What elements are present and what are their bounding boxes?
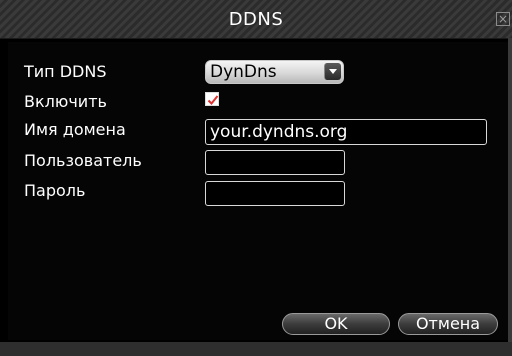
ok-button[interactable]: OK: [282, 313, 390, 335]
enable-checkbox[interactable]: [205, 92, 219, 106]
ddns-type-label: Тип DDNS: [24, 62, 107, 81]
checkmark-icon: [207, 95, 219, 105]
chevron-down-icon[interactable]: [324, 63, 341, 80]
cancel-button-label: Отмена: [415, 314, 481, 333]
title-bar[interactable]: DDNS ×: [0, 0, 512, 39]
domain-label: Имя домена: [24, 120, 126, 139]
ddns-type-select[interactable]: DynDns: [205, 60, 344, 84]
password-input[interactable]: [205, 181, 345, 206]
password-label: Пароль: [24, 181, 86, 200]
user-input[interactable]: [205, 150, 345, 175]
ddns-dialog: DDNS × Тип DDNS Включить Имя домена Поль…: [0, 0, 512, 356]
ok-button-label: OK: [324, 314, 348, 333]
user-label: Пользователь: [24, 151, 142, 170]
status-strip: [0, 342, 512, 356]
window-border: [508, 38, 512, 342]
domain-input[interactable]: your.dyndns.org: [205, 119, 487, 145]
window-title: DDNS: [228, 9, 284, 30]
close-icon: ×: [497, 12, 509, 26]
ddns-type-value: DynDns: [210, 62, 277, 82]
cancel-button[interactable]: Отмена: [398, 313, 498, 335]
enable-label: Включить: [24, 92, 107, 111]
close-button[interactable]: ×: [496, 12, 510, 26]
